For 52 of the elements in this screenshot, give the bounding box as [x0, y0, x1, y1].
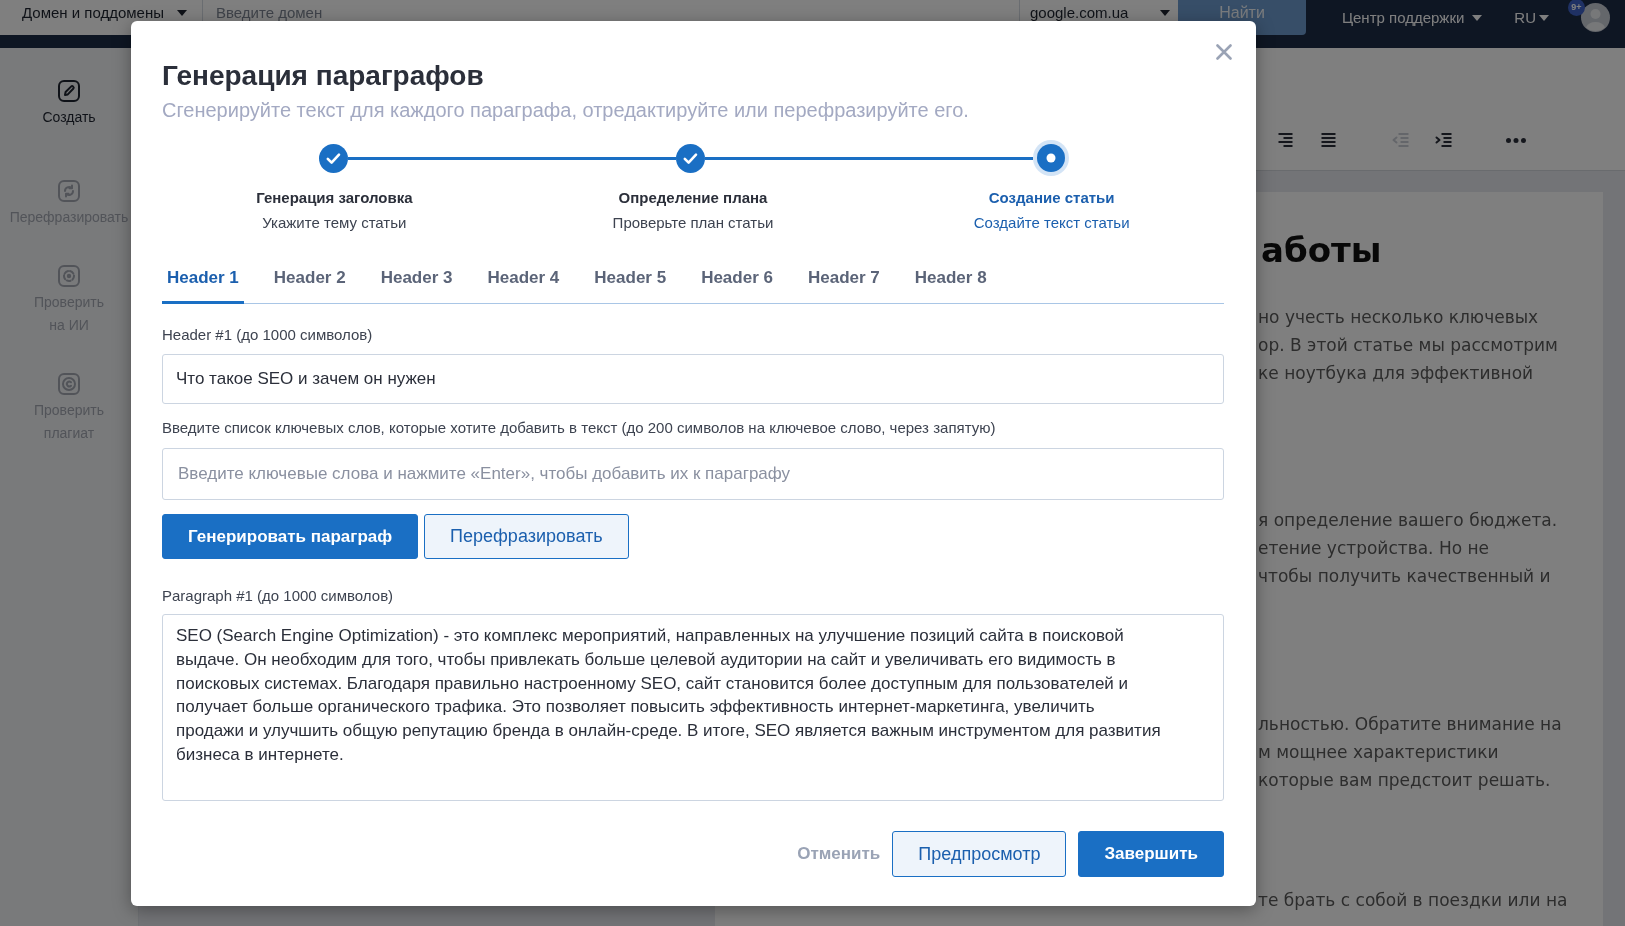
paragraph-text: льностью. Обратите внимание на м мощнее характеристики которые вам предстоит решать.	[1258, 713, 1563, 792]
support-menu[interactable]: Центр поддержки	[1341, 9, 1483, 26]
caret-down-icon	[1472, 14, 1483, 21]
tab[interactable]: Header 7	[802, 266, 885, 304]
caret-down-icon	[1539, 14, 1549, 21]
tab[interactable]: Header 3	[375, 266, 458, 304]
dialog-title: Генерация параграфов	[162, 59, 485, 93]
paragraph-textarea[interactable]: SEO (Search Engine Optimization) - это комплекс мероприятий, направленных на улучшение позиций сайта в поисковой выдаче. Он необходим для того, чтобы привлекать больше целевой аудитории на сайт и увеличивать его видимость в поисковых системах. Благодаря правильно настроенному SEO, сайт становится более доступным для пользователей и получает больше органического трафика. Это позволяет повысить эффективность интернет-маркетинга, увеличить продажи и улучшить общую репутацию бренда в онлайн-среде. В итоге, SEO является важным инструментом для развития бизнеса в интернете.	[162, 614, 1224, 801]
target-icon	[57, 264, 81, 288]
sidebar-item[interactable]: Создать	[42, 79, 96, 144]
copyright-icon	[57, 372, 81, 396]
field-label: Введите список ключевых слов, которые хотите добавить в текст (до 200 символов на ключевое слово, через запятую)	[162, 418, 997, 438]
avatar-icon[interactable]	[1581, 3, 1610, 32]
step-title: Определение плана	[618, 188, 768, 208]
paragraph-text: те брать с собой в поездки или на	[1258, 889, 1569, 912]
tab[interactable]: Header 4	[482, 266, 565, 304]
outline-button[interactable]: Перефразировать	[424, 514, 629, 559]
paragraph-text: но учесть несколько ключевых ор. В этой статье мы рассмотрим ке ноутбука для эффективной	[1258, 306, 1559, 385]
indent-icon	[1435, 132, 1453, 148]
paragraph-text: я определение вашего бюджета. етение устройства. Но не чтобы получить качественный и	[1258, 509, 1559, 588]
step-subtitle: Укажите тему статьи	[262, 213, 407, 233]
header-input[interactable]: Что такое SEO и зачем он нужен	[162, 354, 1224, 404]
caret-down-icon	[1160, 9, 1170, 16]
tab[interactable]: Header 6	[696, 266, 778, 304]
step-subtitle: Создайте текст статьи	[973, 213, 1130, 233]
primary-button[interactable]: Генерировать параграф	[162, 514, 419, 559]
domain-input[interactable]: Введите домен	[216, 0, 1019, 25]
close-button[interactable]	[1216, 44, 1232, 60]
align-justify-icon	[1320, 132, 1338, 148]
outline-button[interactable]: Предпросмотр	[892, 831, 1067, 877]
step-subtitle: Проверьте план статьи	[612, 213, 774, 233]
tab[interactable]: Header 5	[589, 266, 672, 304]
pencil-icon	[57, 79, 81, 103]
tab[interactable]: Header 8	[909, 266, 992, 304]
tab[interactable]: Header 2	[268, 266, 351, 304]
caret-down-icon	[177, 9, 188, 16]
align-right-icon	[1277, 132, 1295, 148]
language-menu[interactable]: RU	[1514, 9, 1549, 26]
keywords-input[interactable]: Введите ключевые слова и нажмите «Enter», чтобы добавить их к параграфу	[162, 448, 1224, 500]
document-heading: аботы	[1261, 229, 1383, 272]
more-icon	[1506, 137, 1526, 143]
field-label: Header #1 (до 1000 символов)	[162, 325, 374, 345]
step-title: Создание статьи	[988, 188, 1115, 208]
outdent-icon	[1392, 132, 1410, 148]
primary-button[interactable]: Завершить	[1078, 831, 1224, 877]
dialog-subtitle: Сгенерируйте текст для каждого параграфа, отредактируйте или перефразируйте его.	[162, 98, 970, 123]
close-icon	[1216, 44, 1232, 60]
tab[interactable]: Header 1	[162, 266, 244, 304]
notification-badge: 9+	[1568, 0, 1585, 16]
refresh-icon	[57, 179, 81, 203]
field-label: Paragraph #1 (до 1000 символов)	[162, 586, 395, 606]
step-title: Генерация заголовка	[256, 188, 413, 208]
